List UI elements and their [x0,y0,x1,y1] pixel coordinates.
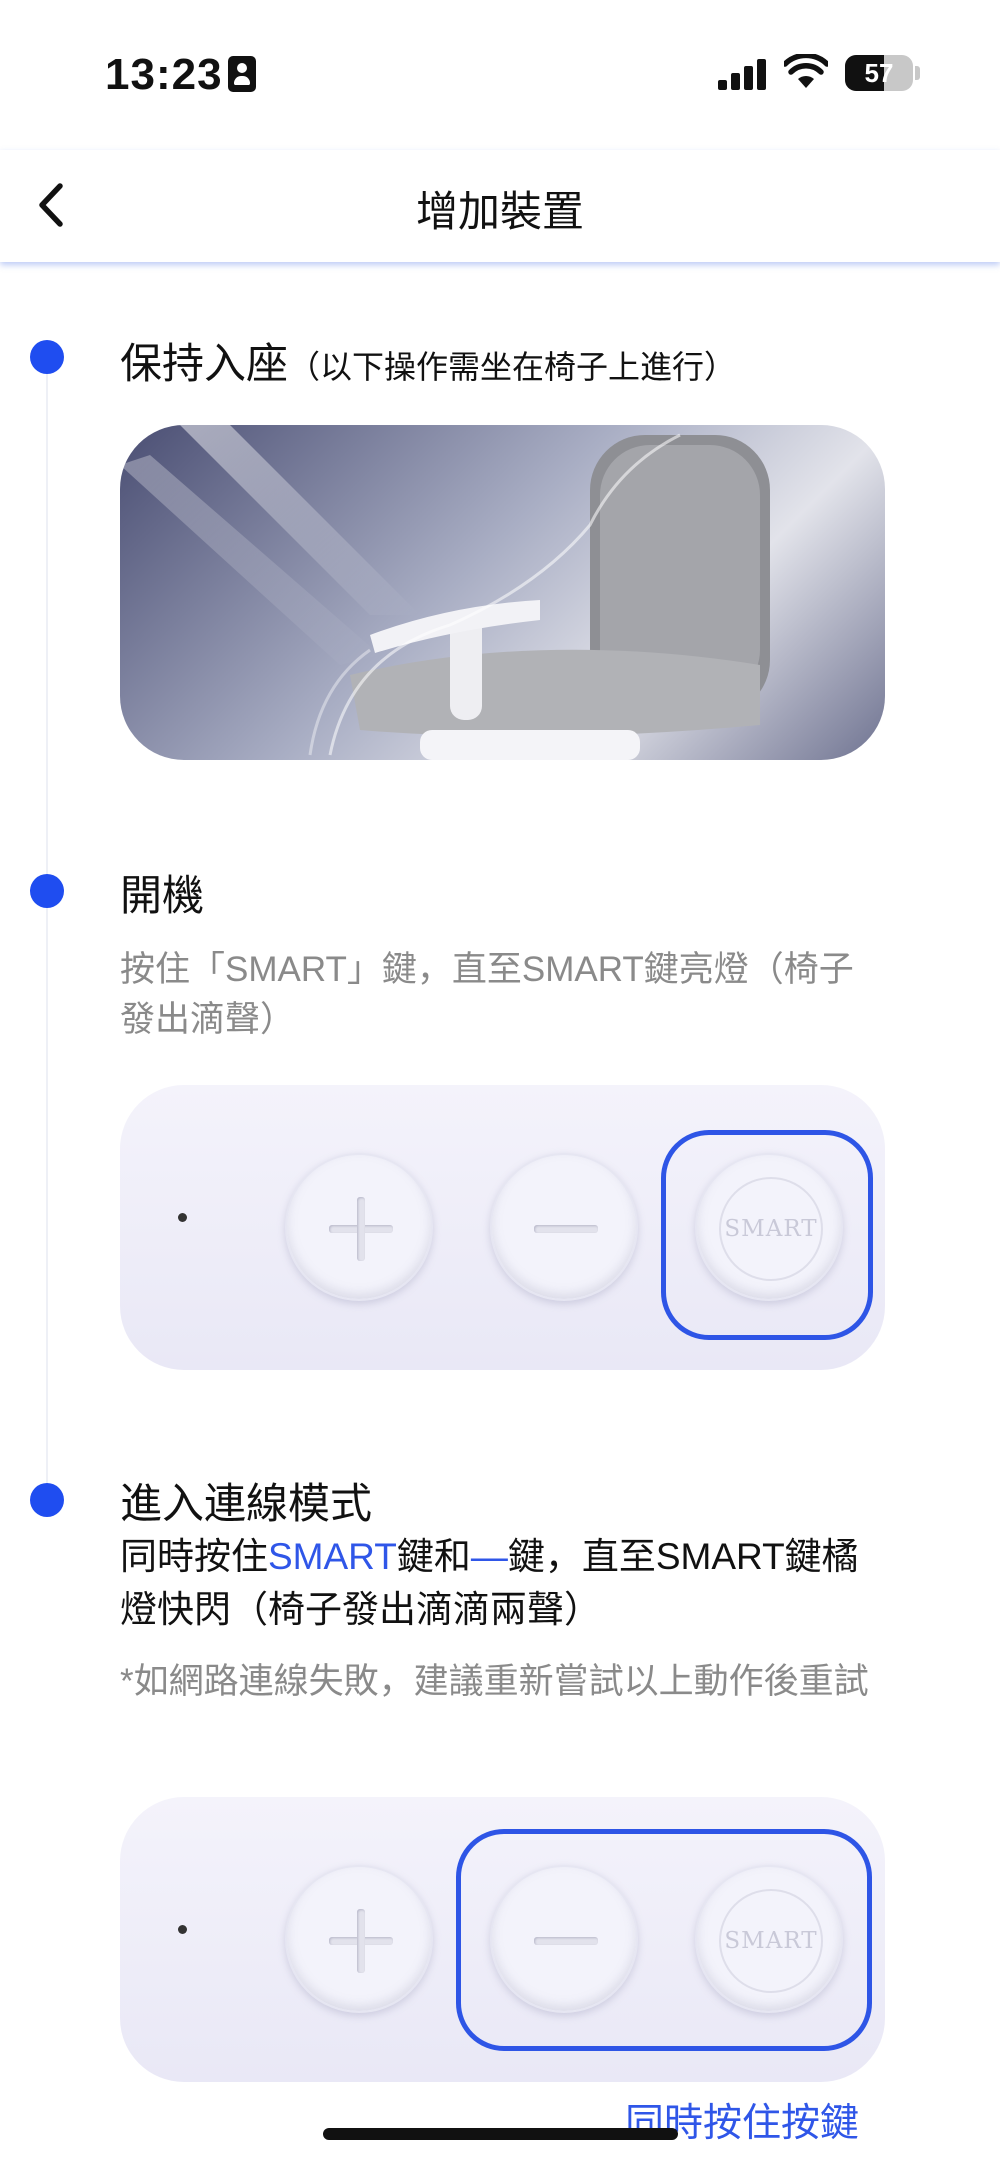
timeline-line [46,355,48,1505]
status-time: 13:23 [105,50,223,99]
plus-button-image [285,1153,433,1301]
step-3-title: 進入連線模式 [120,1480,373,1527]
instruction-smart-key: SMART [268,1536,397,1577]
home-indicator[interactable] [323,2128,678,2140]
contact-card-icon [228,56,256,92]
status-bar: 13:23 57 [0,0,1000,150]
wifi-icon [784,54,828,88]
battery-tip [915,66,920,80]
minus-button-image [490,1153,638,1301]
step-1-marker [30,340,64,374]
indicator-pinhole [178,1213,187,1222]
battery-icon: 57 [845,55,913,91]
combo-highlight-box [456,1829,872,2051]
step-1-title: 保持入座（以下操作需坐在椅子上進行） [120,340,737,387]
step-3-instruction: 同時按住SMART鍵和—鍵，直至SMART鍵橘燈快閃（椅子發出滴滴兩聲） [120,1536,859,1630]
navigation-bar: 增加裝置 [0,150,1000,262]
step-3-hint: *如網路連線失敗，建議重新嘗試以上動作後重試 [120,1662,869,1701]
indicator-pinhole [178,1925,187,1934]
battery-level: 57 [864,58,894,88]
step-1-note: （以下操作需坐在椅子上進行） [288,349,737,385]
step-2-title: 開機 [120,872,205,919]
cellular-signal-icon [718,58,768,90]
chair-illustration [120,425,885,760]
smart-highlight-box [661,1130,873,1340]
instruction-minus-key: — [470,1536,508,1577]
chair-image [120,425,770,760]
plus-button-image [285,1865,433,2013]
control-panel-image-combo: SMART [120,1797,885,2082]
step-3-marker [30,1483,64,1517]
step-2-marker [30,874,64,908]
page-title: 增加裝置 [415,188,584,235]
step-2-description: 按住「SMART」鍵，直至SMART鍵亮燈（椅子發出滴聲） [120,950,854,1039]
control-panel-image-smart: SMART [120,1085,885,1370]
